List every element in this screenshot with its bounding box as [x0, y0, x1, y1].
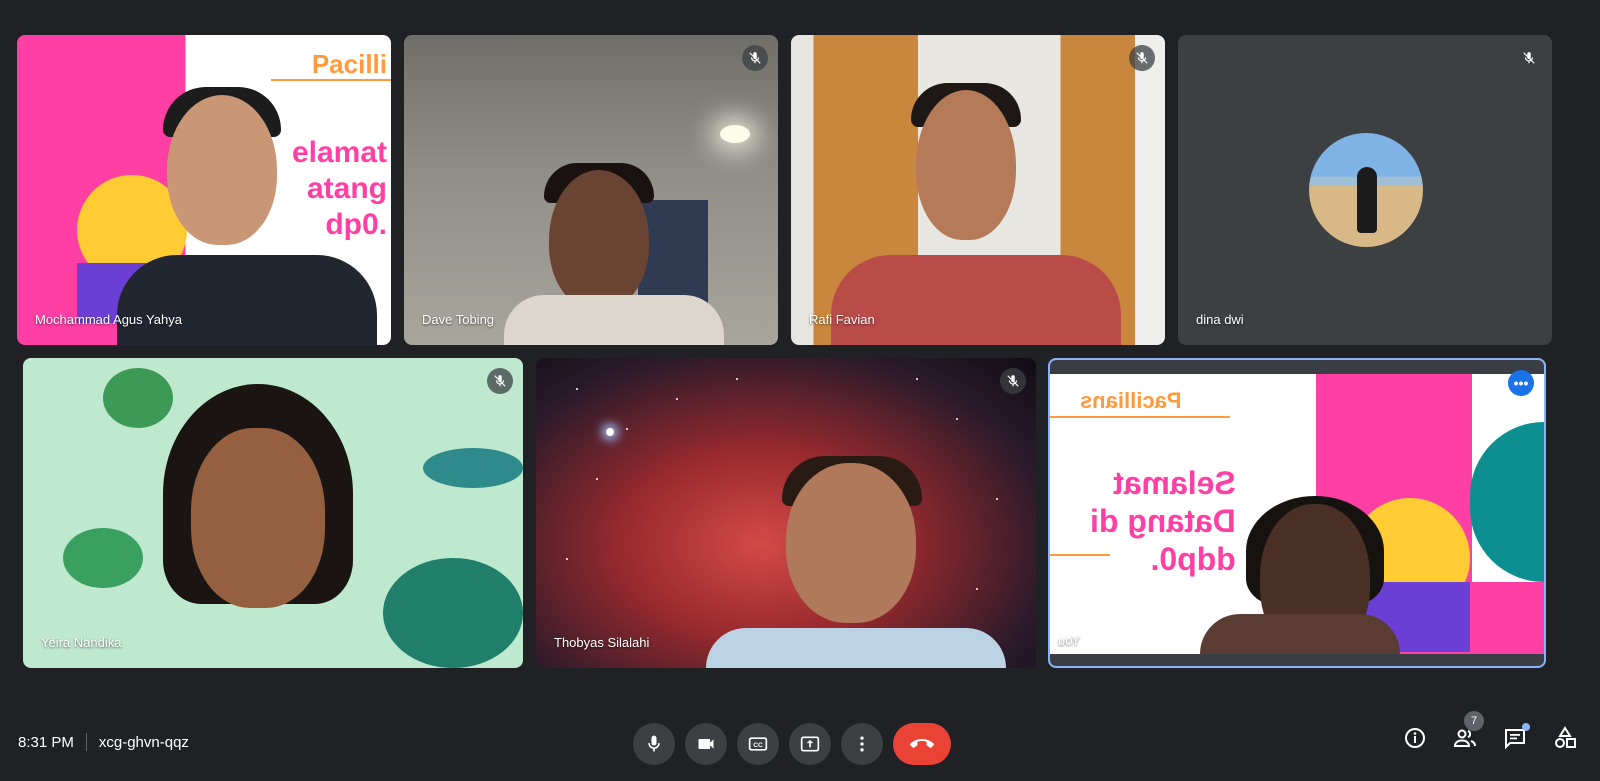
captions-icon: CC [748, 737, 768, 751]
participant-tile-you[interactable]: Pacillians Selamat Datang di ddp0. ••• Y… [1048, 358, 1546, 668]
slide-welcome-text: Selamat Datang di ddp0. [1090, 465, 1236, 577]
slide-welcome-text: elamat atang dp0. [291, 136, 387, 241]
camera-button[interactable] [685, 723, 727, 765]
participant-count-badge: 7 [1464, 711, 1484, 731]
participant-tile-yeira[interactable]: Yeira Nandika [23, 358, 523, 668]
avatar [1309, 133, 1423, 247]
mic-off-icon [1516, 45, 1542, 71]
captions-button[interactable]: CC [737, 723, 779, 765]
mic-icon [648, 735, 660, 752]
side-controls: 7 [1402, 711, 1578, 751]
end-call-button[interactable] [893, 723, 951, 765]
activities-button[interactable] [1552, 725, 1578, 751]
participant-name: Dave Tobing [422, 312, 495, 327]
svg-text:CC: CC [753, 742, 763, 749]
more-vert-icon [860, 736, 864, 752]
end-call-icon [910, 739, 934, 748]
more-options-button[interactable] [841, 723, 883, 765]
participant-name: Yeira Nandika [41, 635, 122, 650]
mic-off-icon [742, 45, 768, 71]
camera-icon [698, 739, 714, 749]
participant-name: dina dwi [1196, 312, 1244, 327]
participant-name: Thobyas Silalahi [554, 635, 650, 650]
slide-brand-text: Pacillians [1080, 388, 1182, 413]
meeting-code[interactable]: xcg-ghvn-qqz [99, 734, 189, 751]
microphone-button[interactable] [633, 723, 675, 765]
chat-button[interactable] [1502, 723, 1530, 751]
people-button[interactable]: 7 [1452, 711, 1484, 751]
mic-off-icon [1129, 45, 1155, 71]
participant-tile-dina[interactable]: dina dwi [1178, 35, 1552, 345]
participant-name: Mochammad Agus Yahya [35, 312, 182, 327]
slide-brand-text: Pacilli [311, 49, 387, 79]
mic-off-icon [1000, 368, 1026, 394]
meeting-details-button[interactable] [1402, 725, 1428, 751]
bottom-bar: 8:31 PM xcg-ghvn-qqz CC 7 [0, 711, 1600, 781]
info-icon [1405, 728, 1425, 748]
participant-name: You [1058, 633, 1080, 648]
more-options-icon[interactable]: ••• [1508, 370, 1534, 396]
present-button[interactable] [789, 723, 831, 765]
present-icon [800, 736, 820, 752]
unread-dot [1522, 723, 1530, 731]
meeting-info: 8:31 PM xcg-ghvn-qqz [18, 733, 189, 751]
participant-tile-rafi[interactable]: Rafi Favian [791, 35, 1165, 345]
participant-tile-dave[interactable]: Dave Tobing [404, 35, 778, 345]
divider [85, 733, 87, 751]
activities-icon [1555, 726, 1576, 748]
call-controls: CC [633, 723, 951, 765]
participant-name: Rafi Favian [809, 312, 875, 327]
mic-off-icon [487, 368, 513, 394]
participant-tile-mochammad[interactable]: Pacilli elamat atang dp0. Mochammad Agus… [17, 35, 391, 345]
meeting-time: 8:31 PM [18, 733, 74, 751]
participant-tile-thobyas[interactable]: Thobyas Silalahi [536, 358, 1036, 668]
